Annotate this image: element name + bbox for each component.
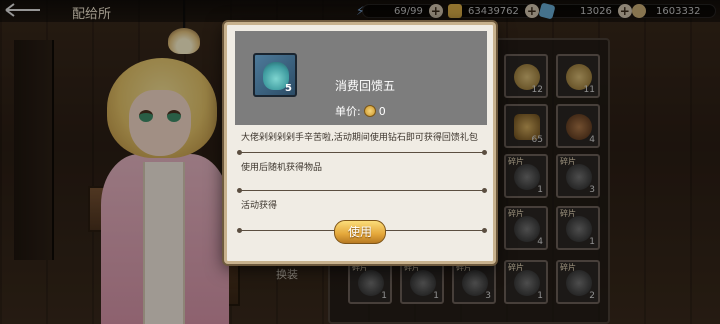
price-row: 单价: 0 [335, 103, 386, 119]
price-value: 0 [378, 104, 386, 118]
item-count: 5 [285, 83, 292, 94]
description-text: 大佬剁剁剁剁手辛苦啦,活动期间使用钻石即可获得回馈礼包 [241, 133, 478, 143]
price-label: 单价: [335, 105, 361, 118]
item-icon-slot: 5 [253, 53, 297, 97]
coin-icon [363, 105, 376, 117]
divider [237, 188, 487, 193]
use-button[interactable]: 使用 [334, 220, 386, 244]
effect-text: 使用后随机获得物品 [241, 163, 323, 173]
item-name: 消费回馈五 [335, 79, 396, 93]
divider [237, 150, 487, 155]
